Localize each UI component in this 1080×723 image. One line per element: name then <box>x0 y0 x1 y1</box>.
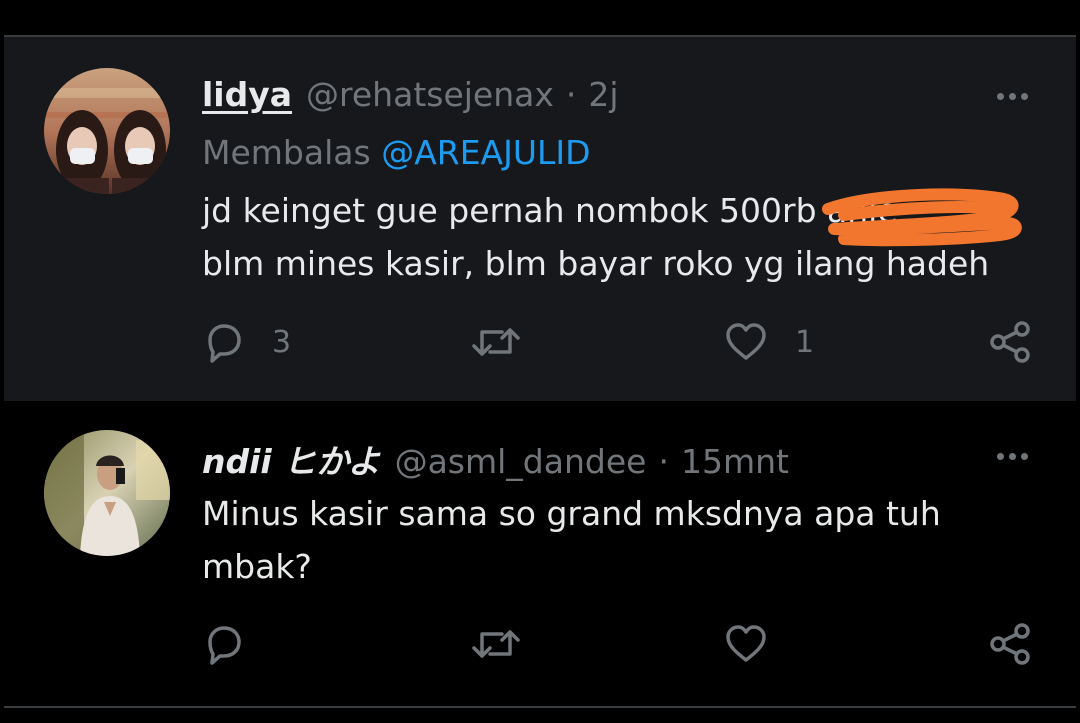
bottom-divider <box>4 706 1076 708</box>
scribble-redaction <box>822 188 1022 247</box>
share-icon <box>990 623 1030 665</box>
like-button[interactable] <box>723 622 795 666</box>
tweet-text-line: mbak? <box>202 547 312 586</box>
retweet-icon <box>472 630 520 658</box>
separator-dot: · <box>565 75 577 114</box>
share-button[interactable] <box>988 622 1032 666</box>
like-icon <box>726 625 766 662</box>
more-icon[interactable] <box>997 93 1028 100</box>
timestamp[interactable]: 2j <box>588 75 618 114</box>
username-handle[interactable]: @rehatsejenax <box>306 75 554 114</box>
display-name[interactable]: lidya <box>202 75 292 114</box>
like-count: 1 <box>795 324 815 360</box>
reply-icon <box>208 324 241 363</box>
replying-to-label: Membalas <box>202 133 371 172</box>
avatar[interactable] <box>44 68 170 194</box>
like-button[interactable]: 1 <box>723 320 814 364</box>
more-icon[interactable] <box>997 453 1028 460</box>
replying-to: Membalas @AREAJULID <box>202 133 591 172</box>
tweet-header: lidya @rehatsejenax · 2j <box>202 75 619 114</box>
retweet-button[interactable] <box>470 622 548 666</box>
reply-icon <box>208 626 241 665</box>
display-name[interactable]: ndii ヒかよ <box>202 435 381 483</box>
username-handle[interactable]: @asml_dandee <box>395 442 647 481</box>
separator-dot: · <box>658 442 669 481</box>
tweet-text: Minus kasir sama so grand mksdnya apa tu… <box>202 487 1022 593</box>
tweet-text-line: Minus kasir sama so grand mksdnya apa tu… <box>202 494 941 533</box>
tweet-actions: 3 1 <box>202 320 1042 370</box>
share-icon <box>990 321 1030 363</box>
timestamp[interactable]: 15mnt <box>681 442 789 481</box>
reply-button[interactable] <box>202 622 272 666</box>
tweet-actions <box>202 622 1042 672</box>
reply-button[interactable]: 3 <box>202 320 291 364</box>
mention-link[interactable]: @AREAJULID <box>381 133 590 172</box>
retweet-button[interactable] <box>470 320 548 364</box>
avatar[interactable] <box>44 430 170 556</box>
like-icon <box>726 323 766 360</box>
tweet-lidya[interactable]: lidya @rehatsejenax · 2j Membalas @AREAJ… <box>4 37 1076 401</box>
retweet-icon <box>472 328 520 356</box>
reply-count: 3 <box>272 324 292 360</box>
share-button[interactable] <box>988 320 1032 364</box>
tweet-header: ndii ヒかよ @asml_dandee · 15mnt <box>202 435 789 483</box>
tweet-ndii[interactable]: ndii ヒかよ @asml_dandee · 15mnt Minus kasi… <box>4 401 1076 706</box>
